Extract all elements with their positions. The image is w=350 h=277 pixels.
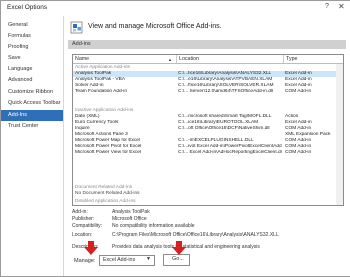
- detail-compat-label: Compatibility:: [72, 223, 103, 229]
- detail-location-value: C:\Program Files\Microsoft Office\Office…: [112, 232, 279, 238]
- detail-addin-value: Analysis ToolPak: [112, 209, 150, 215]
- nav-item-advanced[interactable]: Advanced: [1, 75, 63, 86]
- section-bar: Add-ins: [68, 40, 346, 49]
- excel-options-dialog: Excel Options ? ✕ General Formulas Proof…: [0, 0, 350, 277]
- nav-item-formulas[interactable]: Formulas: [1, 31, 63, 42]
- options-nav: General Formulas Proofing Save Language …: [1, 16, 64, 276]
- col-header-type[interactable]: Type: [286, 56, 297, 62]
- table-row[interactable]: Microsoft Power View for Excel C:\... Ex…: [73, 150, 343, 156]
- window-title: Excel Options: [7, 4, 48, 11]
- addins-table: Name ▲ Location Type Active Application …: [72, 54, 344, 206]
- nav-item-general[interactable]: General: [1, 20, 63, 31]
- detail-compat-value: No compatibility information available: [112, 223, 195, 229]
- sort-ascending-icon: ▲: [168, 56, 172, 62]
- help-icon[interactable]: ?: [325, 3, 329, 10]
- go-button-label: Go...: [172, 256, 184, 262]
- nav-item-proofing[interactable]: Proofing: [1, 42, 63, 53]
- nav-item-customize-ribbon[interactable]: Customize Ribbon: [1, 87, 63, 98]
- col-header-name[interactable]: Name: [75, 56, 89, 62]
- document-related-empty-note: No Document Related Add-ins: [75, 191, 140, 196]
- red-arrow-annotation-go: [172, 241, 186, 255]
- group-document-related: Document Related Add-ins: [75, 185, 133, 190]
- detail-addin-label: Add-in:: [72, 209, 88, 215]
- addins-icon: [70, 21, 83, 34]
- title-bar: Excel Options ? ✕: [1, 1, 350, 16]
- nav-item-quick-access-toolbar[interactable]: Quick Access Toolbar: [1, 98, 63, 109]
- detail-publisher-label: Publisher:: [72, 216, 95, 222]
- go-button[interactable]: Go...: [163, 254, 190, 266]
- addins-panel: View and manage Microsoft Office Add-ins…: [64, 16, 350, 276]
- manage-label: Manage:: [74, 258, 96, 264]
- red-arrow-annotation-manage: [84, 241, 98, 255]
- col-header-location[interactable]: Location: [179, 56, 199, 62]
- table-scrollbar[interactable]: [336, 64, 343, 205]
- panel-heading: View and manage Microsoft Office Add-ins…: [88, 23, 222, 30]
- chevron-down-icon: ▼: [146, 256, 151, 262]
- group-disabled: Disabled Application Add-ins: [75, 199, 136, 204]
- group-inactive: Inactive Application Add-ins: [75, 108, 134, 113]
- manage-select[interactable]: Excel Add-ins ▼: [99, 255, 155, 266]
- section-title: Add-ins: [72, 41, 91, 47]
- close-icon[interactable]: ✕: [338, 2, 345, 11]
- group-active: Active Application Add-ins: [75, 65, 130, 70]
- table-header: Name ▲ Location Type: [73, 55, 343, 64]
- detail-publisher-value: Microsoft Office: [112, 216, 147, 222]
- nav-item-language[interactable]: Language: [1, 64, 63, 75]
- manage-select-value: Excel Add-ins: [103, 257, 136, 263]
- detail-location-label: Location:: [72, 232, 93, 238]
- nav-item-add-ins[interactable]: Add-Ins: [1, 110, 63, 121]
- nav-item-trust-center[interactable]: Trust Center: [1, 121, 63, 132]
- nav-item-save[interactable]: Save: [1, 53, 63, 64]
- table-row[interactable]: Team Foundation Add-in C:\... Server\12.…: [73, 89, 343, 95]
